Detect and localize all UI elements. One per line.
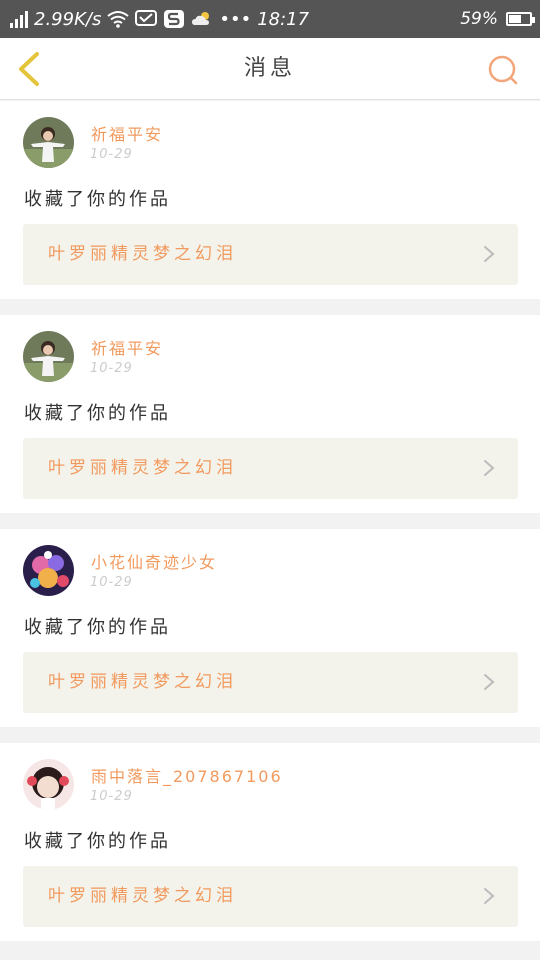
message-text: 收藏了你的作品 bbox=[24, 617, 171, 638]
work-title: 叶罗丽精灵梦之幻泪 bbox=[48, 244, 237, 264]
s-app-icon bbox=[163, 9, 185, 29]
weather-icon bbox=[191, 10, 213, 28]
page-title: 消息 bbox=[243, 56, 296, 81]
search-button[interactable] bbox=[486, 53, 520, 87]
work-title: 叶罗丽精灵梦之幻泪 bbox=[48, 886, 237, 906]
message-list: 祈福平安 10-29 收藏了你的作品 叶罗丽精灵梦之幻泪 祈福平安 10-29 … bbox=[0, 101, 540, 957]
more-dots: ••• bbox=[219, 8, 252, 30]
username[interactable]: 祈福平安 bbox=[91, 335, 163, 359]
chevron-right-icon bbox=[484, 246, 495, 262]
message-text: 收藏了你的作品 bbox=[24, 831, 171, 852]
battery-percent: 59% bbox=[460, 9, 498, 29]
message-date: 10-29 bbox=[90, 361, 133, 376]
work-title: 叶罗丽精灵梦之幻泪 bbox=[48, 458, 237, 478]
work-title: 叶罗丽精灵梦之幻泪 bbox=[48, 672, 237, 692]
battery-icon bbox=[506, 12, 535, 26]
signal-icon bbox=[10, 10, 28, 28]
wifi-icon bbox=[107, 10, 129, 28]
message-item: 祈福平安 10-29 收藏了你的作品 叶罗丽精灵梦之幻泪 bbox=[0, 101, 540, 299]
chevron-right-icon bbox=[484, 888, 495, 904]
avatar[interactable] bbox=[23, 117, 74, 168]
username[interactable]: 祈福平安 bbox=[91, 121, 163, 145]
avatar[interactable] bbox=[23, 545, 74, 596]
clock: 18:17 bbox=[257, 8, 310, 30]
avatar[interactable] bbox=[23, 331, 74, 382]
message-text: 收藏了你的作品 bbox=[24, 189, 171, 210]
username[interactable]: 小花仙奇迹少女 bbox=[91, 549, 217, 573]
avatar[interactable] bbox=[23, 759, 74, 810]
message-item: 小花仙奇迹少女 10-29 收藏了你的作品 叶罗丽精灵梦之幻泪 bbox=[0, 529, 540, 727]
status-bar: 2.99K/s ••• 18:17 59% bbox=[0, 0, 540, 38]
message-text: 收藏了你的作品 bbox=[24, 403, 171, 424]
message-item: 雨中落言_207867106 10-29 收藏了你的作品 叶罗丽精灵梦之幻泪 bbox=[0, 743, 540, 941]
message-date: 10-29 bbox=[90, 789, 133, 804]
message-icon bbox=[135, 9, 158, 29]
message-date: 10-29 bbox=[90, 575, 133, 590]
work-link[interactable]: 叶罗丽精灵梦之幻泪 bbox=[23, 224, 518, 285]
chevron-right-icon bbox=[484, 460, 495, 476]
message-date: 10-29 bbox=[90, 147, 133, 162]
work-link[interactable]: 叶罗丽精灵梦之幻泪 bbox=[23, 652, 518, 713]
navigation-bar: 消息 bbox=[0, 38, 540, 100]
message-item: 祈福平安 10-29 收藏了你的作品 叶罗丽精灵梦之幻泪 bbox=[0, 315, 540, 513]
username[interactable]: 雨中落言_207867106 bbox=[91, 763, 283, 787]
work-link[interactable]: 叶罗丽精灵梦之幻泪 bbox=[23, 866, 518, 927]
search-icon bbox=[488, 55, 518, 85]
work-link[interactable]: 叶罗丽精灵梦之幻泪 bbox=[23, 438, 518, 499]
chevron-right-icon bbox=[484, 674, 495, 690]
network-speed: 2.99K/s bbox=[34, 8, 102, 30]
